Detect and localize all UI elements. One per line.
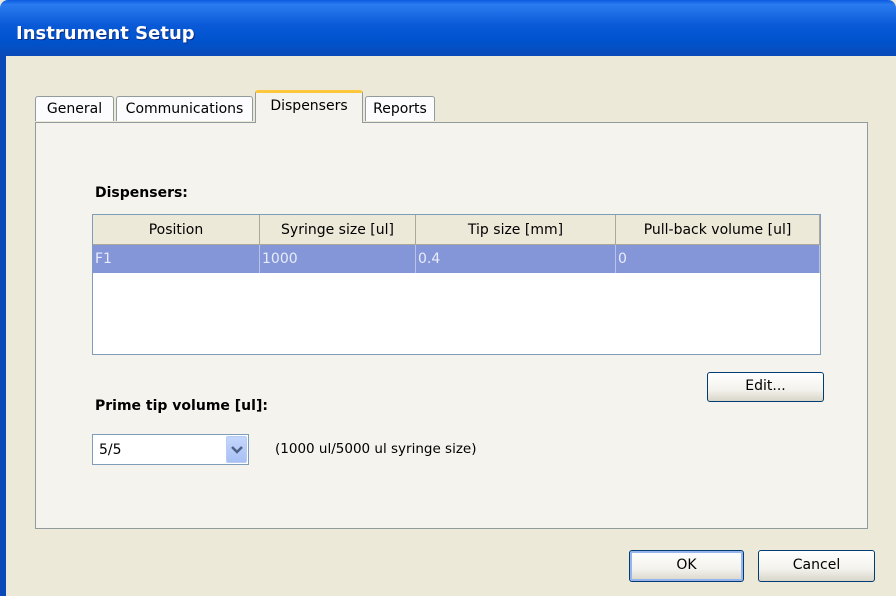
tab-general[interactable]: General xyxy=(35,96,114,121)
cell-position: F1 xyxy=(93,245,260,273)
column-header-position[interactable]: Position xyxy=(93,215,260,245)
dispensers-table[interactable]: Position Syringe size [ul] Tip size [mm]… xyxy=(92,214,821,355)
prime-tip-volume-label: Prime tip volume [ul]: xyxy=(95,398,268,414)
tab-dispensers[interactable]: Dispensers xyxy=(255,90,363,123)
window-title: Instrument Setup xyxy=(16,23,195,44)
prime-tip-volume-value: 5/5 xyxy=(99,442,122,458)
column-header-tip-size[interactable]: Tip size [mm] xyxy=(416,215,616,245)
title-bar[interactable]: Instrument Setup xyxy=(0,0,896,56)
prime-tip-volume-select[interactable]: 5/5 xyxy=(92,434,249,465)
syringe-size-note: (1000 ul/5000 ul syringe size) xyxy=(275,441,477,457)
table-header: Position Syringe size [ul] Tip size [mm]… xyxy=(93,215,820,245)
table-row[interactable]: F1 1000 0.4 0 xyxy=(93,245,820,273)
tab-communications[interactable]: Communications xyxy=(116,96,253,121)
column-header-pull-back-volume[interactable]: Pull-back volume [ul] xyxy=(616,215,820,245)
window-frame-left xyxy=(0,56,6,596)
cell-syringe-size: 1000 xyxy=(260,245,416,273)
edit-button[interactable]: Edit... xyxy=(707,372,824,402)
tab-reports[interactable]: Reports xyxy=(365,96,435,121)
ok-button[interactable]: OK xyxy=(629,550,744,582)
cancel-button[interactable]: Cancel xyxy=(758,550,875,582)
cell-tip-size: 0.4 xyxy=(416,245,616,273)
chevron-down-icon[interactable] xyxy=(226,436,247,463)
cell-pull-back-volume: 0 xyxy=(616,245,820,273)
dispensers-label: Dispensers: xyxy=(95,185,188,201)
column-header-syringe-size[interactable]: Syringe size [ul] xyxy=(260,215,416,245)
